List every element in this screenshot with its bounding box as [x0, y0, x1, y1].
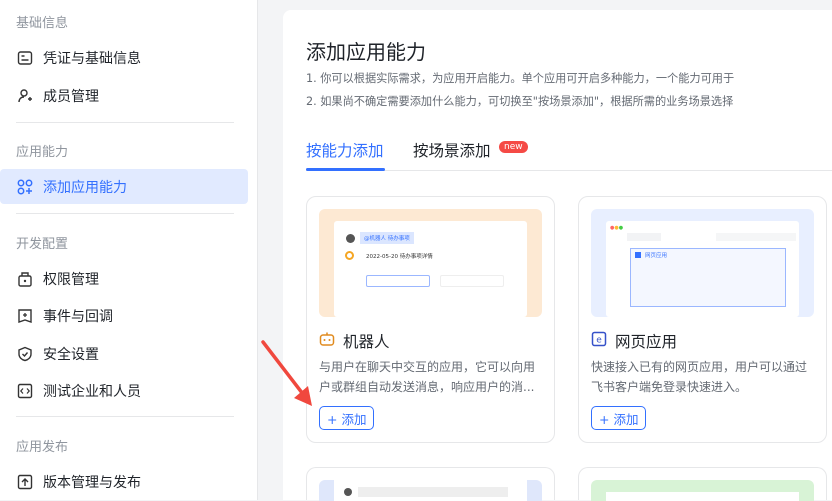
- annotation-arrow-icon: [261, 340, 312, 406]
- section-label: 开发配置: [16, 237, 69, 252]
- preview-text: 2022-05-20 待办事项详情: [366, 254, 433, 260]
- capability-card[interactable]: [578, 467, 827, 501]
- sidebar-item-events[interactable]: 事件与回调: [0, 298, 248, 333]
- sidebar-item-test-users[interactable]: 测试企业和人员: [0, 373, 248, 408]
- sidebar-item-label: 版本管理与发布: [43, 474, 141, 491]
- sidebar-item-label: 安全设置: [43, 346, 99, 363]
- section-label: 应用能力: [16, 145, 69, 160]
- divider: [16, 213, 234, 214]
- sidebar-item-security[interactable]: 安全设置: [0, 336, 248, 371]
- section-label: 应用发布: [16, 440, 69, 455]
- web-app-icon: e: [591, 331, 607, 351]
- description-line: 1. 你可以根据实际需求，为应用开启能力。单个应用可开启多种能力，一个能力可用于: [306, 72, 735, 85]
- code-icon: [16, 382, 34, 400]
- card-description: 快速接入已有的网页应用，用户可以通过飞书客户端免登录快速进入。: [591, 360, 808, 394]
- robot-preview: @机器人 待办事项 2022-05-20 待办事项详情: [319, 209, 542, 317]
- capability-card[interactable]: [306, 467, 555, 501]
- robot-icon: [319, 331, 335, 351]
- sidebar-item-label: 成员管理: [43, 88, 99, 105]
- description-line: 2. 如果尚不确定需要添加什么能力，可切换至"按场景添加"，根据所需的业务场景选…: [306, 95, 734, 108]
- add-robot-button[interactable]: + 添加: [319, 406, 375, 430]
- upload-icon: [16, 473, 34, 491]
- page-title: 添加应用能力: [306, 40, 426, 64]
- lock-icon: [16, 270, 34, 288]
- sidebar-item-label: 测试企业和人员: [43, 383, 141, 400]
- capability-card-web-app[interactable]: ●●● 网页应用 e 网页应用 快速接入已有的网页应用，用户可以通过飞书客户端免登…: [578, 196, 827, 443]
- preview-tag: @机器人 待办事项: [360, 232, 414, 244]
- preview-text: 网页应用: [645, 253, 668, 259]
- card-preview: [319, 480, 542, 501]
- sidebar-item-label: 添加应用能力: [43, 179, 127, 196]
- sidebar-item-label: 事件与回调: [43, 308, 113, 325]
- new-badge: new: [499, 141, 528, 153]
- card-description: 与用户在聊天中交互的应用，它可以向用户或群组自动发送消息，响应用户的消...: [319, 360, 536, 394]
- active-tab-indicator: [306, 168, 385, 171]
- sidebar-item-label: 权限管理: [43, 271, 99, 288]
- tab-by-capability[interactable]: 按能力添加: [306, 139, 384, 161]
- shield-icon: [16, 345, 34, 363]
- sidebar: 基础信息 凭证与基础信息 成员管理 应用能力 添加应用能力 开发配置 权限管理 …: [0, 0, 258, 500]
- event-icon: [16, 307, 34, 325]
- svg-text:e: e: [596, 336, 602, 346]
- card-title: 网页应用: [615, 333, 678, 351]
- sidebar-item-label: 凭证与基础信息: [43, 50, 141, 67]
- credential-icon: [16, 49, 34, 67]
- divider: [16, 122, 234, 123]
- add-web-app-button[interactable]: + 添加: [591, 406, 647, 430]
- sidebar-item-members[interactable]: 成员管理: [0, 78, 248, 113]
- capability-card-robot[interactable]: @机器人 待办事项 2022-05-20 待办事项详情 机器人 与用户在聊天中交…: [306, 196, 555, 443]
- tab-by-scenario[interactable]: 按场景添加: [413, 139, 491, 161]
- section-label: 基础信息: [16, 16, 69, 31]
- card-preview: [591, 480, 814, 501]
- card-title: 机器人: [343, 333, 390, 351]
- sidebar-item-add-capability[interactable]: 添加应用能力: [0, 169, 248, 204]
- sidebar-item-credentials[interactable]: 凭证与基础信息: [0, 40, 248, 75]
- sidebar-item-permissions[interactable]: 权限管理: [0, 261, 248, 296]
- web-app-preview: ●●● 网页应用: [591, 209, 814, 317]
- sidebar-item-release[interactable]: 版本管理与发布: [0, 464, 248, 499]
- tab-divider: [306, 170, 832, 171]
- member-add-icon: [16, 87, 34, 105]
- add-capability-icon: [16, 178, 34, 196]
- divider: [16, 416, 234, 417]
